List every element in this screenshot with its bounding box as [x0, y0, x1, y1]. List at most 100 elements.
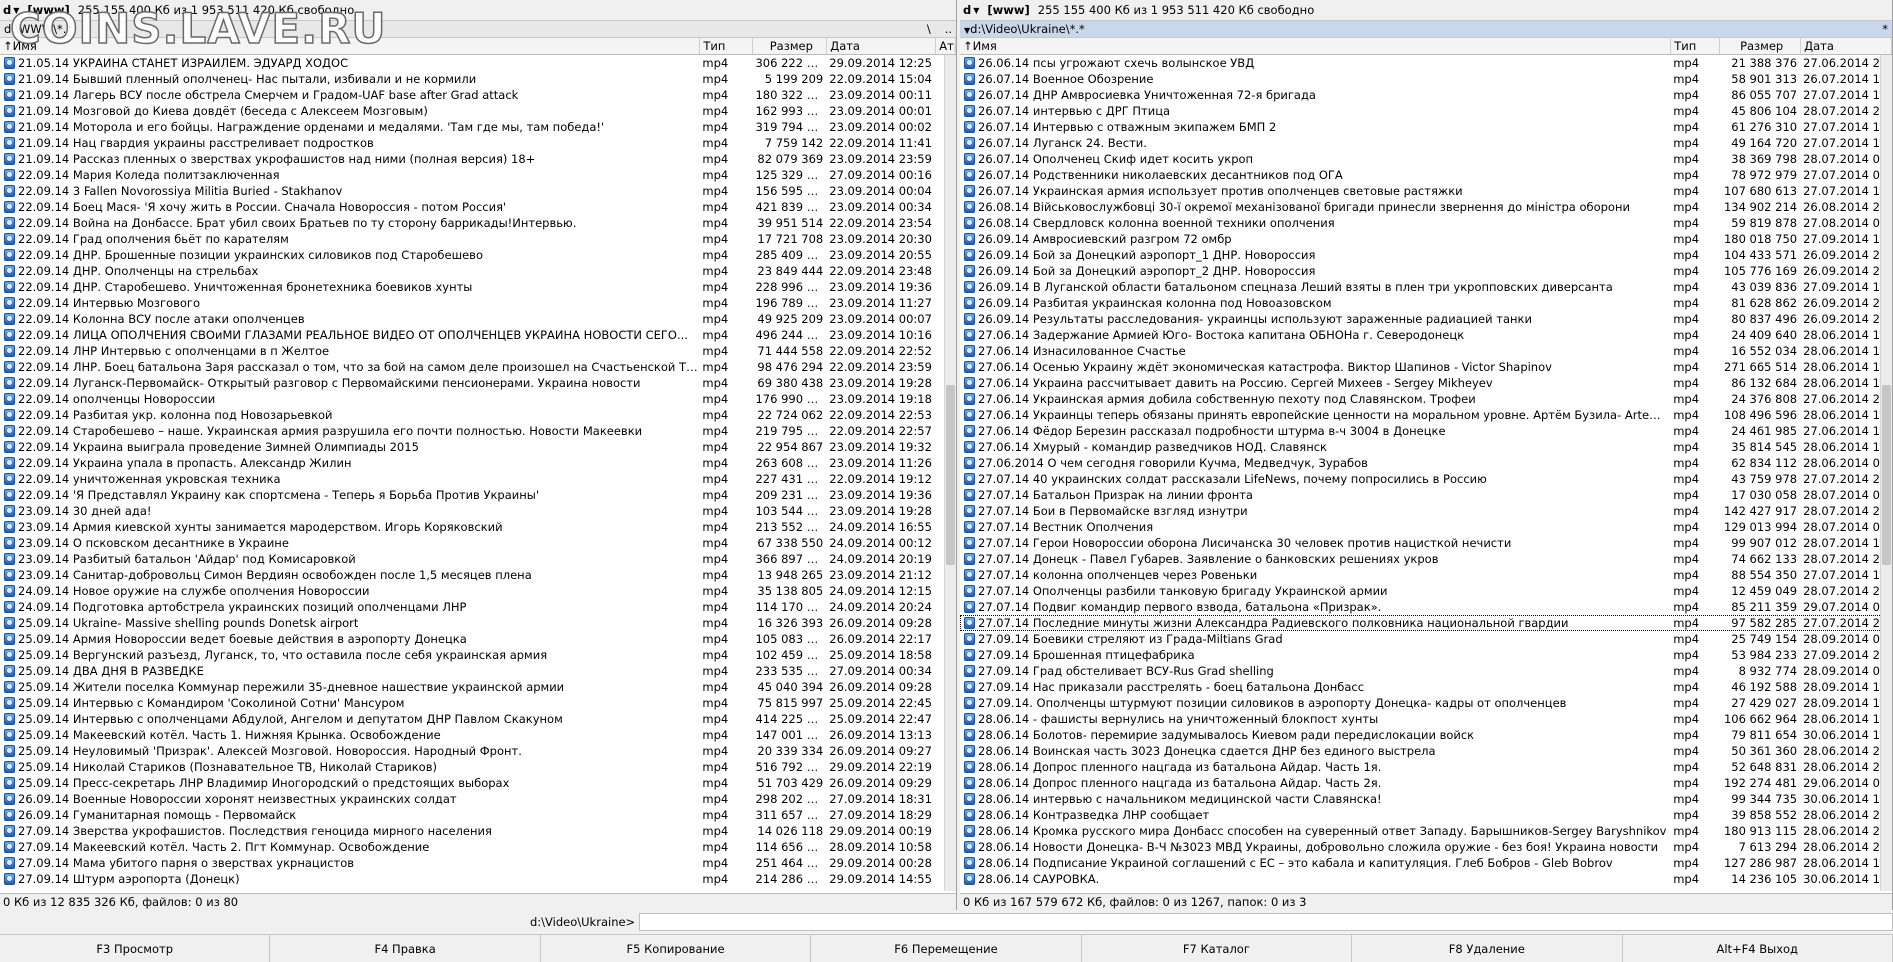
- file-row[interactable]: 27.06.14 Осенью Украину ждёт экономическ…: [960, 359, 1892, 375]
- left-path-bar[interactable]: d:\WWW\*.* \ ..: [0, 20, 956, 38]
- file-row[interactable]: 25.09.14 Пресс-секретарь ЛНР Владимир Ин…: [0, 775, 956, 791]
- file-row[interactable]: 22.09.14 ЛНР Интервью с ополченцами в п …: [0, 343, 956, 359]
- file-row[interactable]: 24.09.14 Новое оружие на службе ополчени…: [0, 583, 956, 599]
- file-row[interactable]: 26.07.14 Военное Обозрение mp4 58 901 313 2…: [960, 71, 1892, 87]
- file-row[interactable]: 28.06.14 Контразведка ЛНР сообщает mp4 39 …: [960, 807, 1892, 823]
- file-row[interactable]: 23.09.14 Санитар-добровольц Симон Вердия…: [0, 567, 956, 583]
- file-row[interactable]: 23.09.14 30 дней ада! mp4 103 544 972 23.09…: [0, 503, 956, 519]
- file-row[interactable]: 22.09.14 Старобешево – наше. Украинская …: [0, 423, 956, 439]
- file-row[interactable]: 24.09.14 Подготовка артобстрела украинск…: [0, 599, 956, 615]
- file-row[interactable]: 26.09.14 Амвросиевский разгром 72 омбр mp…: [960, 231, 1892, 247]
- file-row[interactable]: 22.09.14 ЛИЦА ОПОЛЧЕНИЯ СВОиМИ ГЛАЗАМИ Р…: [0, 327, 956, 343]
- file-row[interactable]: 26.09.14 Гуманитарная помощь - Первомайс…: [0, 807, 956, 823]
- file-row[interactable]: 22.09.14 Град ополчения бьёт по карателя…: [0, 231, 956, 247]
- file-row[interactable]: 26.09.14 Бой за Донецкий аэропорт_1 ДНР.…: [960, 247, 1892, 263]
- file-row[interactable]: 28.06.14 Допрос пленного нацгада из бата…: [960, 775, 1892, 791]
- left-root-button[interactable]: \: [927, 22, 931, 36]
- file-row[interactable]: 28.06.14 Воинская часть 3023 Донецка сда…: [960, 743, 1892, 759]
- file-row[interactable]: 27.09.14 Зверства укрофашистов. Последст…: [0, 823, 956, 839]
- file-row[interactable]: 22.09.14 ЛНР. Боец батальона Заря расска…: [0, 359, 956, 375]
- file-row[interactable]: 26.09.14 Результаты расследования- украи…: [960, 311, 1892, 327]
- file-row[interactable]: 25.09.14 Вергунский разъезд, Луганск, то…: [0, 647, 956, 663]
- left-up-button[interactable]: ..: [945, 22, 952, 36]
- file-row[interactable]: 27.06.14 Украинцы теперь обязаны принять…: [960, 407, 1892, 423]
- file-row[interactable]: 25.09.14 Армия Новороссии ведет боевые д…: [0, 631, 956, 647]
- right-col-size[interactable]: Размер: [1720, 38, 1802, 54]
- file-row[interactable]: 28.06.14 Допрос пленного нацгада из бата…: [960, 759, 1892, 775]
- right-path-bar[interactable]: ▼d:\Video\Ukraine\*.* *: [960, 20, 1892, 38]
- file-row[interactable]: 27.09.14 Град обстеливает ВСУ-Rus Grad s…: [960, 663, 1892, 679]
- file-row[interactable]: 22.09.14 'Я Представлял Украину как спор…: [0, 487, 956, 503]
- file-row[interactable]: 27.07.14 Вестник Ополчения mp4 129 013 994…: [960, 519, 1892, 535]
- right-filter-button[interactable]: *: [1882, 22, 1888, 36]
- file-row[interactable]: 27.06.14 Задержание Армией Юго- Востока …: [960, 327, 1892, 343]
- right-col-type[interactable]: Тип: [1671, 38, 1721, 54]
- file-row[interactable]: 25.09.14 Интервью с Командиром 'Соколино…: [0, 695, 956, 711]
- file-row[interactable]: 28.06.14 - фашисты вернулись на уничтоже…: [960, 711, 1892, 727]
- right-file-list[interactable]: 26.06.14 псы угрожают схечь волынское УВ…: [960, 55, 1892, 891]
- file-row[interactable]: 27.06.14 Фёдор Березин рассказал подробн…: [960, 423, 1892, 439]
- left-col-attr[interactable]: Атр: [936, 38, 956, 54]
- file-row[interactable]: 26.09.14 В Луганской области батальоном …: [960, 279, 1892, 295]
- file-row[interactable]: 21.09.14 Мозговой до Киева довдёт (бесед…: [0, 103, 956, 119]
- file-row[interactable]: 23.09.14 Разбитый батальон 'Айдар' под К…: [0, 551, 956, 567]
- file-row[interactable]: 21.09.14 Нац гвардия украины расстрелива…: [0, 135, 956, 151]
- file-row[interactable]: 26.09.14 Военные Новороссии хоронят неиз…: [0, 791, 956, 807]
- file-row[interactable]: 21.05.14 УКРАИНА СТАНЕТ ИЗРАИЛЕМ. ЭДУАРД…: [0, 55, 956, 71]
- file-row[interactable]: 27.07.14 40 украинских солдат рассказали…: [960, 471, 1892, 487]
- left-drive-selector[interactable]: d ▼: [3, 3, 19, 17]
- left-file-list[interactable]: 21.05.14 УКРАИНА СТАНЕТ ИЗРАИЛЕМ. ЭДУАРД…: [0, 55, 956, 891]
- file-row[interactable]: 27.09.14 Брошенная птицефабрика mp4 53 984…: [960, 647, 1892, 663]
- file-row[interactable]: 22.09.14 ополченцы Новороссии mp4 176 990 …: [0, 391, 956, 407]
- file-row[interactable]: 22.09.14 Война на Донбассе. Брат убил св…: [0, 215, 956, 231]
- file-row[interactable]: 22.09.14 ДНР. Старобешево. Уничтоженная …: [0, 279, 956, 295]
- file-row[interactable]: 26.07.14 Луганск 24. Вести. mp4 49 164 720…: [960, 135, 1892, 151]
- file-row[interactable]: 26.06.14 псы угрожают схечь волынское УВ…: [960, 55, 1892, 71]
- file-row[interactable]: 23.09.14 О псковском десантнике в Украин…: [0, 535, 956, 551]
- left-col-size[interactable]: Размер: [753, 38, 828, 54]
- file-row[interactable]: 27.07.14 Последние минуты жизни Александ…: [960, 615, 1892, 631]
- file-row[interactable]: 25.09.14 Николай Стариков (Познавательно…: [0, 759, 956, 775]
- left-scrollbar[interactable]: [944, 55, 956, 891]
- fkey-button-f7[interactable]: F7 Каталог: [1082, 935, 1353, 962]
- fkey-button-f6[interactable]: F6 Перемещение: [811, 935, 1082, 962]
- file-row[interactable]: 27.07.14 Герои Новороссии оборона Лисича…: [960, 535, 1892, 551]
- file-row[interactable]: 22.09.14 ДНР. Брошенные позиции украинск…: [0, 247, 956, 263]
- file-row[interactable]: 27.06.2014 О чем сегодня говорили Кучма,…: [960, 455, 1892, 471]
- file-row[interactable]: 25.09.14 Неуловимый 'Призрак'. Алексей М…: [0, 743, 956, 759]
- file-row[interactable]: 27.09.14 Боевики стреляют из Града-Milti…: [960, 631, 1892, 647]
- right-scrollbar[interactable]: [1880, 55, 1892, 891]
- fkey-button-f3[interactable]: F3 Просмотр: [0, 935, 271, 962]
- file-row[interactable]: 26.09.14 Разбитая украинская колонна под…: [960, 295, 1892, 311]
- right-drive-selector[interactable]: d ▼: [963, 3, 979, 17]
- scrollbar-thumb[interactable]: [946, 385, 955, 565]
- file-row[interactable]: 27.07.14 Батальон Призрак на линии фронт…: [960, 487, 1892, 503]
- file-row[interactable]: 27.09.14 Мама убитого парня о зверствах …: [0, 855, 956, 871]
- left-panel[interactable]: d ▼ [www] 255 155 400 Кб из 1 953 511 420…: [0, 0, 957, 910]
- right-col-name[interactable]: ↑Имя: [960, 38, 1672, 54]
- fkey-button-f4[interactable]: F4 Правка: [270, 935, 541, 962]
- file-row[interactable]: 27.07.14 Подвиг командир первого взвода,…: [960, 599, 1892, 615]
- file-row[interactable]: 23.09.14 Армия киевской хунты занимается…: [0, 519, 956, 535]
- file-row[interactable]: 22.09.14 Мария Коледа политзаключенная mp…: [0, 167, 956, 183]
- file-row[interactable]: 22.09.14 Боец Мася- 'Я хочу жить в Росси…: [0, 199, 956, 215]
- file-row[interactable]: 27.09.14 Нас приказали расстрелять - бое…: [960, 679, 1892, 695]
- file-row[interactable]: 25.09.14 Жители поселка Коммунар пережил…: [0, 679, 956, 695]
- file-row[interactable]: 26.08.14 Свердловск колонна военной техн…: [960, 215, 1892, 231]
- left-col-type[interactable]: Тип: [700, 38, 754, 54]
- file-row[interactable]: 25.09.14 Интервью с ополченцами Абдулой,…: [0, 711, 956, 727]
- fkey-button-f5[interactable]: F5 Копирование: [541, 935, 812, 962]
- file-row[interactable]: 22.09.14 уничтоженная укровская техника m…: [0, 471, 956, 487]
- file-row[interactable]: 27.06.14 Изнасилованное Счастье mp4 16 552…: [960, 343, 1892, 359]
- command-input[interactable]: [639, 913, 1893, 931]
- file-row[interactable]: 27.07.14 Донецк - Павел Губарев. Заявлен…: [960, 551, 1892, 567]
- file-row[interactable]: 21.09.14 Рассказ пленных о зверствах укр…: [0, 151, 956, 167]
- file-row[interactable]: 27.06.14 Украина рассчитывает давить на …: [960, 375, 1892, 391]
- scrollbar-thumb[interactable]: [1882, 385, 1891, 565]
- file-row[interactable]: 28.06.14 интервью с начальником медицинс…: [960, 791, 1892, 807]
- file-row[interactable]: 22.09.14 Украина упала в пропасть. Алекс…: [0, 455, 956, 471]
- file-row[interactable]: 22.09.14 Колонна ВСУ после атаки ополчен…: [0, 311, 956, 327]
- file-row[interactable]: 28.06.14 Кромка русского мира Донбасс сп…: [960, 823, 1892, 839]
- file-row[interactable]: 26.07.14 Родственники николаевских десан…: [960, 167, 1892, 183]
- file-row[interactable]: 28.06.14 Болотов- перемирие задумывалось…: [960, 727, 1892, 743]
